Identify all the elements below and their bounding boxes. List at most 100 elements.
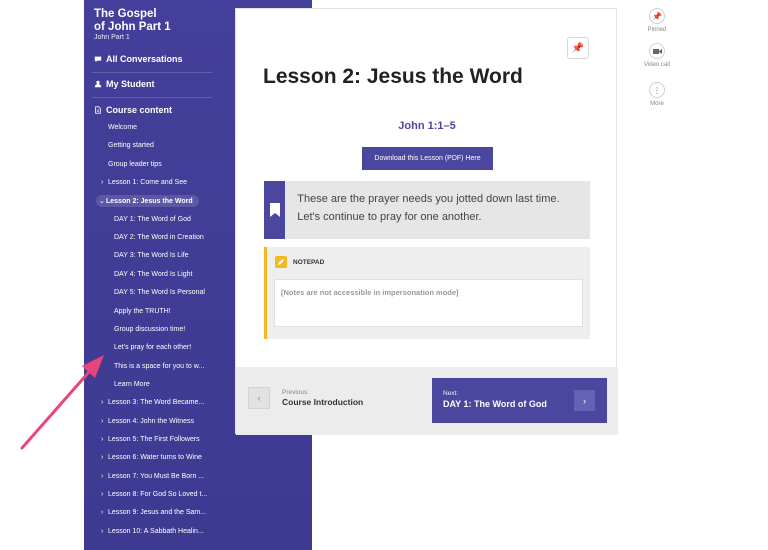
- scripture-reference: John 1:1–5: [398, 120, 456, 132]
- bookmark-icon-block: [264, 181, 286, 239]
- sidebar-item[interactable]: › Lesson 4: John the Witness: [101, 418, 194, 425]
- sidebar-item-label: Lesson 8: For God So Loved t...: [108, 491, 208, 498]
- video-call-label: Video call: [644, 62, 670, 68]
- lesson-title: Lesson 2: Jesus the Word: [263, 65, 523, 88]
- sidebar-item-label: Lesson 6: Water turns to Wine: [108, 454, 202, 462]
- all-conversations-link[interactable]: All Conversations: [94, 54, 183, 64]
- sidebar-item-label: Lesson 9: Jesus and the Sam...: [108, 509, 207, 517]
- next-lesson-button[interactable]: Next: DAY 1: The Word of God ›: [432, 378, 607, 423]
- course-title-line1: The Gospel: [94, 8, 157, 20]
- sidebar-item[interactable]: Apply the TRUTH!: [114, 308, 171, 315]
- sidebar-item-label: Learn More: [114, 380, 150, 388]
- chevron-right-icon[interactable]: ›: [574, 390, 595, 411]
- notepad-label: NOTEPAD: [293, 258, 325, 266]
- sidebar-item-label: Lesson 1: Come and See: [108, 179, 187, 187]
- bookmark-icon: [269, 203, 280, 217]
- course-title: The Gospel of John Part 1: [94, 8, 171, 34]
- sidebar-item[interactable]: This is a space for you to w...: [114, 363, 204, 370]
- chevron-right-icon: ›: [101, 509, 104, 517]
- sidebar-item[interactable]: DAY 3: The Word Is Life: [114, 252, 189, 259]
- divider: [92, 97, 212, 98]
- sidebar-item[interactable]: Group discussion time!: [114, 326, 185, 333]
- chevron-right-icon: ›: [101, 417, 104, 425]
- sidebar-item-label: DAY 1: The Word of God: [114, 215, 191, 223]
- sidebar-item-label: DAY 3: The Word Is Life: [114, 252, 189, 260]
- chevron-right-icon: ›: [101, 435, 104, 443]
- sidebar-item-label: DAY 5: The Word Is Personal: [114, 289, 205, 297]
- video-camera-icon: [649, 43, 665, 59]
- chevron-right-icon: ›: [101, 399, 104, 407]
- sidebar-item-label: Lesson 2: Jesus the Word: [106, 197, 193, 205]
- sidebar-item[interactable]: DAY 2: The Word in Creation: [114, 234, 204, 241]
- sidebar-item-label: Getting started: [108, 142, 154, 150]
- sidebar-item[interactable]: Learn More: [114, 381, 150, 388]
- course-subtitle: John Part 1: [94, 34, 130, 41]
- sidebar-item[interactable]: › Lesson 7: You Must Be Born ...: [101, 473, 204, 480]
- sidebar-item[interactable]: Let's pray for each other!: [114, 344, 191, 351]
- sidebar-item-label: Group discussion time!: [114, 325, 186, 333]
- notepad: NOTEPAD [Notes are not accessible in imp…: [264, 247, 590, 339]
- download-pdf-button[interactable]: Download this Lesson (PDF) Here: [362, 147, 493, 170]
- sidebar-item-label: Let's pray for each other!: [114, 344, 192, 352]
- prayer-callout: These are the prayer needs you jotted do…: [264, 181, 590, 239]
- my-student-link[interactable]: My Student: [94, 79, 155, 89]
- course-content-header[interactable]: Course content: [94, 105, 172, 115]
- all-conversations-label: All Conversations: [106, 54, 183, 64]
- chevron-right-icon: ›: [101, 179, 104, 187]
- sidebar-item[interactable]: Getting started: [108, 142, 154, 149]
- lesson-navigation: ‹ Previous: Course Introduction Next: DA…: [236, 367, 618, 435]
- chevron-left-icon[interactable]: ‹: [248, 387, 270, 409]
- prayer-text: These are the prayer needs you jotted do…: [297, 193, 560, 223]
- sidebar-item[interactable]: › Lesson 5: The First Followers: [101, 436, 200, 443]
- chevron-down-icon: ⌄: [99, 198, 105, 206]
- sidebar-item-label: This is a space for you to w...: [114, 362, 205, 370]
- lesson-card: 📌 Lesson 2: Jesus the Word John 1:1–5 Do…: [235, 8, 618, 435]
- chevron-right-icon: ›: [101, 491, 104, 498]
- chevron-right-icon: ›: [101, 454, 104, 462]
- sidebar-item[interactable]: › Lesson 10: A Sabbath Healin...: [101, 528, 204, 535]
- previous-title: Course Introduction: [282, 397, 364, 407]
- next-title: DAY 1: The Word of God: [443, 399, 547, 409]
- sidebar-item[interactable]: DAY 4: The Word Is Light: [114, 271, 192, 278]
- notepad-textarea[interactable]: [Notes are not accessible in impersonati…: [274, 279, 583, 327]
- chat-icon: [94, 56, 102, 63]
- sidebar-item[interactable]: DAY 5: The Word Is Personal: [114, 289, 205, 296]
- sidebar-item-label: Welcome: [108, 124, 138, 131]
- sidebar-item[interactable]: › Lesson 3: The Word Became...: [101, 399, 204, 406]
- sidebar-item[interactable]: › Lesson 6: Water turns to Wine: [101, 454, 202, 461]
- sidebar-item[interactable]: › Lesson 8: For God So Loved t...: [101, 491, 207, 498]
- sidebar-item-label: Group leader tips: [108, 160, 162, 168]
- sidebar-item[interactable]: › Lesson 1: Come and See: [101, 179, 187, 186]
- document-icon: [95, 106, 101, 114]
- sidebar-item-label: Lesson 4: John the Witness: [108, 417, 194, 425]
- my-student-label: My Student: [106, 79, 155, 89]
- more-vertical-icon: ⋮: [649, 82, 665, 98]
- notepad-header: NOTEPAD: [275, 256, 324, 268]
- divider: [92, 72, 212, 73]
- pin-icon: 📌: [571, 42, 585, 54]
- sidebar-item[interactable]: Welcome: [108, 124, 137, 131]
- pin-button[interactable]: 📌: [567, 37, 589, 59]
- sidebar-item[interactable]: › Lesson 9: Jesus and the Sam...: [101, 509, 206, 516]
- chevron-right-icon: ›: [101, 527, 104, 535]
- sidebar-item-label: Lesson 7: You Must Be Born ...: [108, 472, 205, 480]
- course-content-label: Course content: [106, 105, 173, 115]
- sidebar-item[interactable]: Group leader tips: [108, 161, 162, 168]
- previous-lesson-link[interactable]: ‹ Previous: Course Introduction: [248, 387, 363, 409]
- user-icon: [94, 80, 102, 88]
- pinned-tool[interactable]: 📌 Pinned: [637, 8, 677, 33]
- sidebar-item-label: Lesson 10: A Sabbath Healin...: [108, 527, 204, 535]
- video-call-tool[interactable]: Video call: [637, 43, 677, 68]
- previous-label: Previous:: [282, 389, 310, 396]
- chevron-right-icon: ›: [101, 472, 104, 480]
- more-tool[interactable]: ⋮ More: [637, 82, 677, 107]
- sidebar-item-label: Apply the TRUTH!: [114, 307, 171, 315]
- sidebar-item[interactable]: ⌄ Lesson 2: Jesus the Word: [96, 195, 199, 208]
- pinned-label: Pinned: [647, 27, 667, 33]
- sidebar-item[interactable]: DAY 1: The Word of God: [114, 216, 191, 223]
- more-label: More: [650, 101, 664, 107]
- sidebar-item-label: Lesson 3: The Word Became...: [108, 399, 205, 407]
- next-label: Next:: [443, 390, 459, 397]
- sidebar-item-label: Lesson 5: The First Followers: [108, 435, 200, 443]
- sidebar-item-label: DAY 4: The Word Is Light: [114, 270, 193, 278]
